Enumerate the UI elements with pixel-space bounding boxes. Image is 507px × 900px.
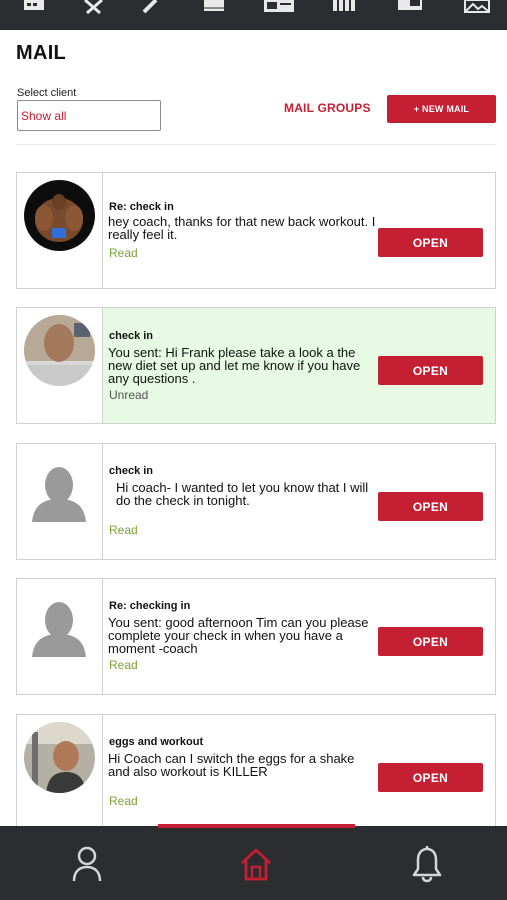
calendar-icon[interactable]	[20, 0, 48, 14]
mail-groups-link[interactable]: MAIL GROUPS	[284, 101, 371, 115]
open-button[interactable]: OPEN	[378, 763, 483, 792]
mail-preview: Hi coach- I wanted to let you know that …	[116, 480, 369, 508]
bar-chart-icon[interactable]	[330, 0, 358, 14]
new-mail-button[interactable]: + NEW MAIL	[387, 95, 496, 123]
mail-status: Unread	[109, 388, 149, 402]
open-button[interactable]: OPEN	[378, 228, 483, 257]
avatar	[24, 722, 95, 793]
avatar-cell	[17, 579, 103, 694]
mail-status: Read	[109, 246, 138, 260]
mail-status: Read	[109, 658, 138, 672]
mail-item[interactable]: Re: checking in You sent: good afternoon…	[16, 578, 496, 695]
mail-status: Read	[109, 523, 138, 537]
active-tab-indicator	[158, 824, 355, 828]
avatar-cell	[17, 173, 103, 288]
mail-preview: You sent: good afternoon Tim can you ple…	[108, 615, 369, 656]
pen-icon[interactable]	[138, 0, 166, 14]
avatar	[24, 180, 95, 251]
window-icon[interactable]	[396, 0, 424, 14]
mail-preview: hey coach, thanks for that new back work…	[108, 214, 376, 242]
person-icon[interactable]	[71, 845, 103, 883]
tools-icon[interactable]	[82, 0, 110, 14]
top-nav-bar	[0, 0, 507, 30]
mail-item[interactable]: check in You sent: Hi Frank please take …	[16, 307, 496, 424]
mail-subject: check in	[109, 330, 154, 342]
id-card-icon[interactable]	[262, 0, 294, 14]
mail-subject: check in	[109, 465, 154, 477]
client-select[interactable]: Show all	[17, 100, 161, 131]
mail-status: Read	[109, 794, 138, 808]
avatar	[24, 315, 95, 386]
open-button[interactable]: OPEN	[378, 356, 483, 385]
mail-item[interactable]: eggs and workout Hi Coach can I switch t…	[16, 714, 496, 831]
book-icon[interactable]	[200, 0, 228, 14]
home-icon[interactable]	[239, 845, 271, 883]
mail-subject: eggs and workout	[109, 736, 204, 748]
image-icon[interactable]	[463, 0, 491, 14]
open-button[interactable]: OPEN	[378, 492, 483, 521]
bell-icon[interactable]	[411, 845, 443, 883]
default-person-icon	[24, 586, 95, 657]
avatar-cell	[17, 444, 103, 559]
avatar-cell	[17, 308, 103, 423]
page-title: MAIL	[16, 42, 67, 64]
mail-preview: You sent: Hi Frank please take a look a …	[108, 345, 361, 386]
open-button[interactable]: OPEN	[378, 627, 483, 656]
mail-item[interactable]: check in Hi coach- I wanted to let you k…	[16, 443, 496, 560]
avatar-cell	[17, 715, 103, 830]
divider	[17, 144, 496, 145]
mail-item[interactable]: Re: check in hey coach, thanks for that …	[16, 172, 496, 289]
mail-subject: Re: checking in	[109, 600, 191, 612]
mail-subject: Re: check in	[109, 201, 174, 213]
default-person-icon	[24, 451, 95, 522]
select-client-label: Select client	[17, 87, 77, 99]
mail-preview: Hi Coach can I switch the eggs for a sha…	[108, 751, 355, 779]
